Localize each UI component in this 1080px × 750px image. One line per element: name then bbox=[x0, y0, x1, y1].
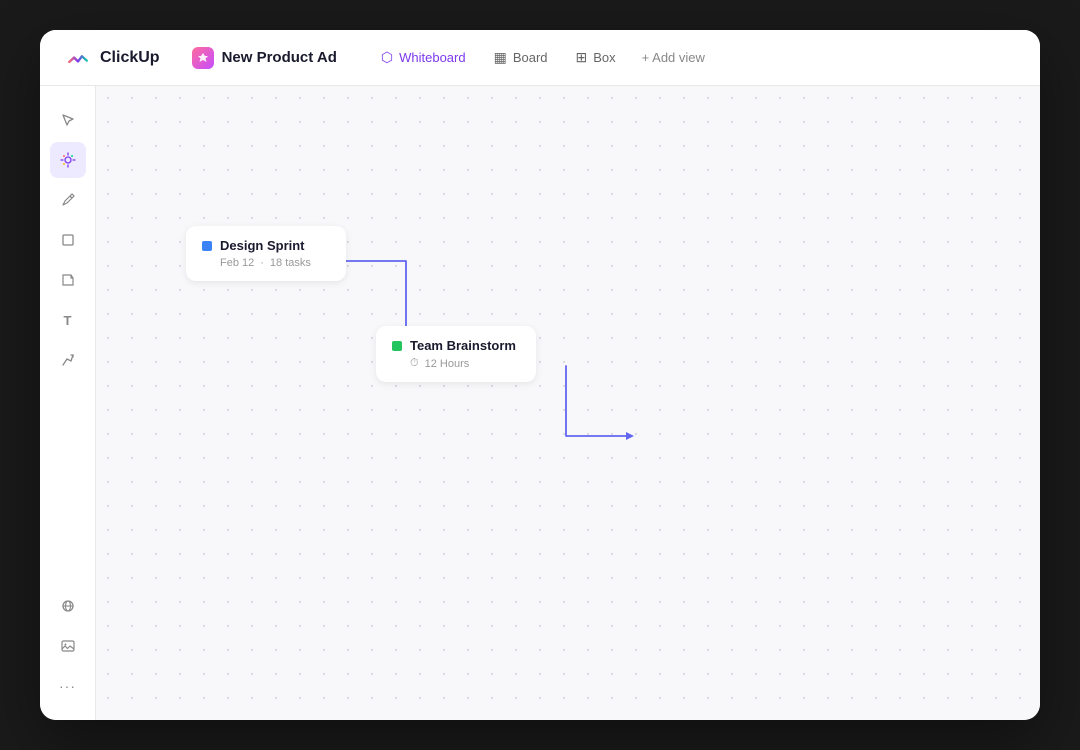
design-sprint-meta: Feb 12 · 18 tasks bbox=[202, 257, 330, 269]
design-sprint-tasks: 18 tasks bbox=[270, 257, 311, 269]
nav-board[interactable]: ▦ Board bbox=[482, 43, 560, 72]
design-sprint-card[interactable]: Design Sprint Feb 12 · 18 tasks bbox=[186, 226, 346, 281]
left-toolbar: T ··· bbox=[40, 86, 96, 720]
app-container: ClickUp New Product Ad ⬡ Whiteboard ▦ Bo… bbox=[40, 30, 1040, 720]
clock-icon: ⏱ bbox=[410, 357, 419, 370]
team-brainstorm-meta: ⏱ 12 Hours bbox=[392, 357, 520, 370]
project-title: New Product Ad bbox=[222, 49, 337, 66]
board-label: Board bbox=[513, 50, 548, 65]
board-icon: ▦ bbox=[494, 49, 507, 66]
box-icon: ⊞ bbox=[576, 49, 588, 66]
project-name-container[interactable]: New Product Ad bbox=[192, 47, 337, 69]
whiteboard-icon: ⬡ bbox=[381, 49, 393, 66]
header-nav: ⬡ Whiteboard ▦ Board ⊞ Box + Add view bbox=[369, 43, 715, 72]
project-icon bbox=[192, 47, 214, 69]
team-brainstorm-title: Team Brainstorm bbox=[392, 338, 520, 353]
add-view-button[interactable]: + Add view bbox=[632, 44, 715, 71]
draw-tool[interactable] bbox=[50, 142, 86, 178]
header: ClickUp New Product Ad ⬡ Whiteboard ▦ Bo… bbox=[40, 30, 1040, 86]
logo-text: ClickUp bbox=[100, 49, 160, 67]
note-tool[interactable] bbox=[50, 262, 86, 298]
embed-tool[interactable] bbox=[50, 588, 86, 624]
rectangle-tool[interactable] bbox=[50, 222, 86, 258]
design-sprint-color-dot bbox=[202, 241, 212, 251]
add-view-label: + Add view bbox=[642, 50, 705, 65]
cursor-tool[interactable] bbox=[50, 102, 86, 138]
design-sprint-title: Design Sprint bbox=[202, 238, 330, 253]
arrows-svg bbox=[96, 86, 1040, 720]
design-sprint-date: Feb 12 bbox=[220, 257, 254, 269]
more-tool[interactable]: ··· bbox=[50, 668, 86, 704]
team-brainstorm-color-dot bbox=[392, 341, 402, 351]
image-tool[interactable] bbox=[50, 628, 86, 664]
nav-whiteboard[interactable]: ⬡ Whiteboard bbox=[369, 43, 478, 72]
nav-box[interactable]: ⊞ Box bbox=[564, 43, 628, 72]
box-label: Box bbox=[593, 50, 615, 65]
logo[interactable]: ClickUp bbox=[64, 44, 160, 72]
whiteboard-label: Whiteboard bbox=[399, 50, 465, 65]
connector-tool[interactable] bbox=[50, 342, 86, 378]
team-brainstorm-card[interactable]: Team Brainstorm ⏱ 12 Hours bbox=[376, 326, 536, 382]
whiteboard-canvas[interactable]: Design Sprint Feb 12 · 18 tasks Team Bra… bbox=[96, 86, 1040, 720]
text-tool[interactable]: T bbox=[50, 302, 86, 338]
pen-tool[interactable] bbox=[50, 182, 86, 218]
main-area: T ··· bbox=[40, 86, 1040, 720]
team-brainstorm-hours: 12 Hours bbox=[425, 358, 470, 370]
